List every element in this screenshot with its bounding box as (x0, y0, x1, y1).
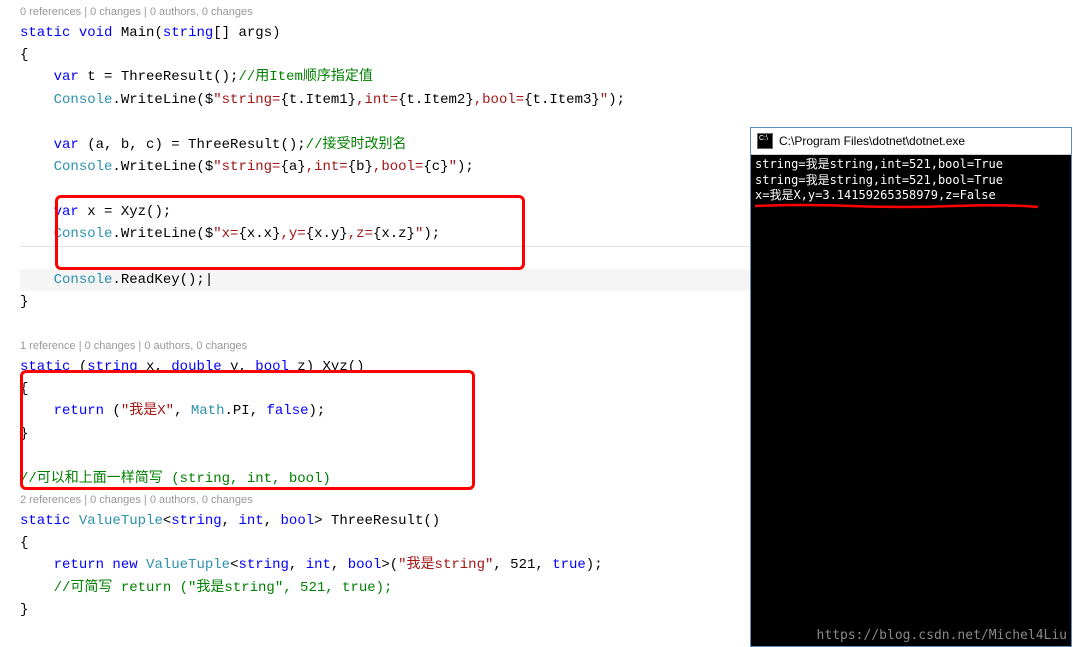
code-line[interactable]: Console.WriteLine($"string={t.Item1},int… (20, 89, 750, 111)
annotation-underline (753, 203, 1043, 209)
code-line[interactable]: static ValueTuple<string, int, bool> Thr… (20, 510, 750, 532)
code-line[interactable]: //可以和上面一样简写 (string, int, bool) (20, 468, 750, 490)
watermark: https://blog.csdn.net/Michel4Liu (817, 628, 1067, 643)
code-line[interactable]: return ("我是X", Math.PI, false); (20, 400, 750, 422)
code-line[interactable]: { (20, 378, 750, 400)
code-line[interactable]: return new ValueTuple<string, int, bool>… (20, 554, 750, 576)
code-line[interactable]: //可简写 return ("我是string", 521, true); (20, 577, 750, 599)
code-line[interactable]: { (20, 44, 750, 66)
code-line[interactable]: Console.ReadKey();| (20, 269, 750, 291)
code-line[interactable] (20, 178, 750, 200)
code-line[interactable]: } (20, 599, 750, 621)
code-line[interactable] (20, 246, 750, 269)
code-line[interactable]: var (a, b, c) = ThreeResult();//接受时改别名 (20, 134, 750, 156)
code-line[interactable]: var x = Xyz(); (20, 201, 750, 223)
code-line[interactable] (20, 445, 750, 467)
console-title: C:\Program Files\dotnet\dotnet.exe (779, 134, 965, 148)
codelens-main[interactable]: 0 references | 0 changes | 0 authors, 0 … (20, 4, 750, 22)
console-output[interactable]: string=我是string,int=521,bool=True string… (751, 155, 1071, 646)
console-icon (757, 133, 773, 149)
code-line[interactable]: } (20, 291, 750, 313)
code-line[interactable]: } (20, 423, 750, 445)
codelens-xyz[interactable]: 1 reference | 0 changes | 0 authors, 0 c… (20, 338, 750, 356)
code-line[interactable] (20, 314, 750, 336)
console-window[interactable]: C:\Program Files\dotnet\dotnet.exe strin… (750, 127, 1072, 647)
code-line[interactable]: Console.WriteLine($"x={x.x},y={x.y},z={x… (20, 223, 750, 245)
code-editor[interactable]: 0 references | 0 changes | 0 authors, 0 … (0, 0, 750, 622)
codelens-three[interactable]: 2 references | 0 changes | 0 authors, 0 … (20, 492, 750, 510)
code-line[interactable]: static (string x, double y, bool z) Xyz(… (20, 356, 750, 378)
code-line[interactable]: Console.WriteLine($"string={a},int={b},b… (20, 156, 750, 178)
console-titlebar[interactable]: C:\Program Files\dotnet\dotnet.exe (751, 128, 1071, 155)
code-line[interactable]: static void Main(string[] args) (20, 22, 750, 44)
code-line[interactable]: var t = ThreeResult();//用Item顺序指定值 (20, 66, 750, 88)
code-line[interactable]: { (20, 532, 750, 554)
code-line[interactable] (20, 111, 750, 133)
